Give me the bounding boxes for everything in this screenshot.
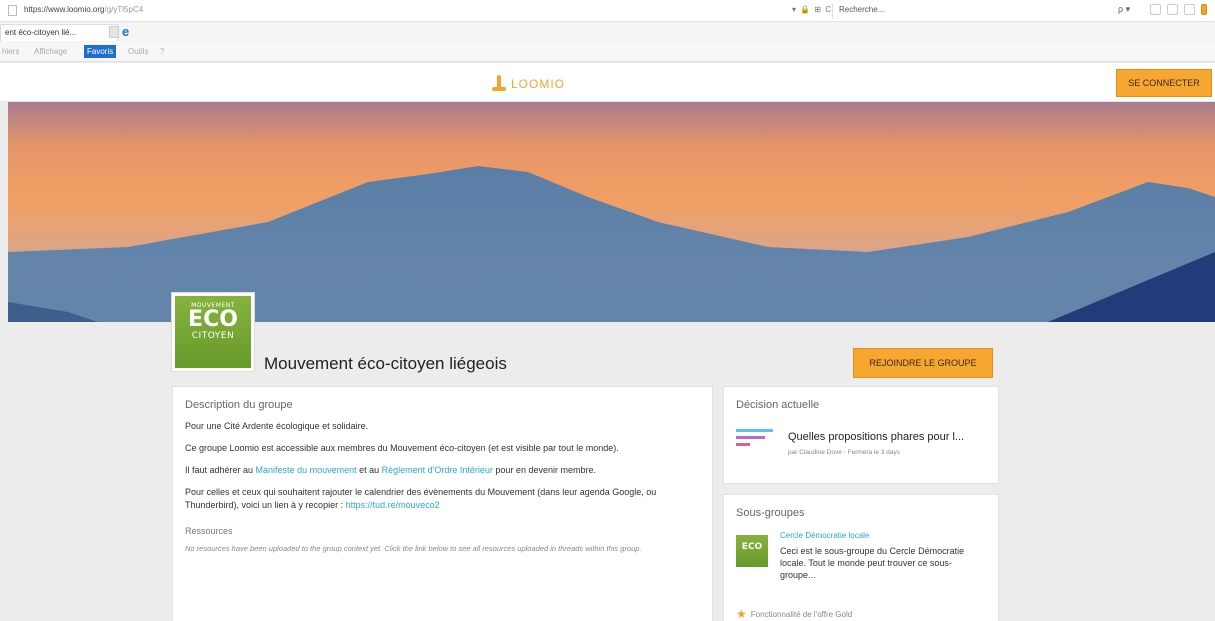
group-cover-image xyxy=(8,102,1215,322)
group-avatar: MOUVEMENT ECO CITOYEN xyxy=(171,292,255,372)
decision-item[interactable]: Quelles propositions phares pour l... pa… xyxy=(736,425,986,465)
favorites-icon[interactable] xyxy=(1167,4,1178,15)
description-paragraph-3: Il faut adhérer au Manifeste du mouvemen… xyxy=(185,464,700,477)
poll-bar xyxy=(736,443,750,446)
sign-in-button[interactable]: SE CONNECTER xyxy=(1116,69,1212,97)
address-tools-icons[interactable]: ▾ 🔒 ⊞ C xyxy=(792,5,832,14)
menu-fichiers[interactable]: hiers xyxy=(2,47,19,56)
screen: https://www.loomio.org/g/yTl5pC4 ▾ 🔒 ⊞ C… xyxy=(0,0,1215,621)
subgroup-avatar: ECO xyxy=(736,535,768,567)
menu-favoris[interactable]: Favoris xyxy=(84,45,117,58)
url-path: /g/yTl5pC4 xyxy=(104,5,144,14)
settings-icon[interactable] xyxy=(1184,4,1195,15)
description-paragraph-4: Pour celles et ceux qui souhaitent rajou… xyxy=(185,486,700,512)
resources-title: Ressources xyxy=(185,526,233,536)
search-icon[interactable]: ρ ▾ xyxy=(1118,4,1130,15)
p3-post: pour en devenir membre. xyxy=(492,465,596,475)
decision-title: Décision actuelle xyxy=(736,399,820,411)
poll-bar xyxy=(736,436,765,439)
home-icon[interactable] xyxy=(1150,4,1161,15)
gold-feature-text: Fonctionnalité de l'offre Gold xyxy=(750,609,853,619)
subgroups-title: Sous-groupes xyxy=(736,507,805,519)
browser-menu-bar: hiers Affichage Favoris Outils ? xyxy=(0,42,1215,62)
url-field[interactable]: https://www.loomio.org/g/yTl5pC4 xyxy=(24,5,143,14)
browser-address-bar: https://www.loomio.org/g/yTl5pC4 ▾ 🔒 ⊞ C… xyxy=(0,0,1215,22)
menu-affichage[interactable]: Affichage xyxy=(34,47,67,56)
calendar-link[interactable]: https://tud.re/mouveco2 xyxy=(346,500,440,510)
loomio-logo-icon xyxy=(492,75,506,93)
group-logo-image: MOUVEMENT ECO CITOYEN xyxy=(175,296,251,368)
group-description-card: Description du groupe Pour une Cité Arde… xyxy=(172,386,713,621)
decision-meta: par Claudine Dove · Fermera le 3 days xyxy=(788,449,900,456)
tab-label: ent éco-citoyen lié... xyxy=(5,28,77,37)
poll-bar xyxy=(736,429,773,432)
menu-outils[interactable]: Outils xyxy=(128,47,148,56)
decision-name[interactable]: Quelles propositions phares pour l... xyxy=(788,431,964,443)
gold-feature-note: ★ Fonctionnalité de l'offre Gold xyxy=(736,607,852,621)
browser-tab[interactable]: ent éco-citoyen lié... × xyxy=(0,24,118,41)
rules-link[interactable]: Règlement d'Ordre Intérieur xyxy=(382,465,493,475)
group-title: Mouvement éco-citoyen liégeois xyxy=(264,354,507,373)
page-icon xyxy=(8,5,17,16)
ie-logo-icon: e xyxy=(122,24,130,39)
current-decision-card: Décision actuelle Quelles propositions p… xyxy=(723,386,999,484)
p3-mid: et au xyxy=(356,465,382,475)
subgroup-name[interactable]: Cercle Démocratie locale xyxy=(780,531,869,540)
description-paragraph-1: Pour une Cité Ardente écologique et soli… xyxy=(185,421,369,431)
description-paragraph-2: Ce groupe Loomio est accessible aux memb… xyxy=(185,443,619,453)
browser-search-input[interactable]: Recherche... xyxy=(832,3,1102,19)
description-title: Description du groupe xyxy=(185,399,293,411)
star-icon: ★ xyxy=(736,607,747,621)
avatar-text-3: CITOYEN xyxy=(191,331,235,341)
url-host: https://www.loomio.org xyxy=(24,5,105,14)
p3-pre: Il faut adhérer au xyxy=(185,465,256,475)
app-header: LOOMIO SE CONNECTER xyxy=(0,63,1215,102)
new-tab-button[interactable] xyxy=(109,26,119,38)
join-group-button[interactable]: REJOINDRE LE GROUPE xyxy=(853,348,993,378)
subgroups-card: Sous-groupes ECO Cercle Démocratie local… xyxy=(723,494,999,621)
mountain-landscape xyxy=(8,102,1215,322)
browser-tab-bar: ent éco-citoyen lié... × e xyxy=(0,22,1215,42)
poll-results-bars xyxy=(736,429,776,450)
loomio-logo[interactable]: LOOMIO xyxy=(492,75,565,93)
logo-text: LOOMIO xyxy=(511,77,566,91)
manifesto-link[interactable]: Manifeste du mouvement xyxy=(256,465,357,475)
subgroup-description: Ceci est le sous-groupe du Cercle Démocr… xyxy=(780,546,965,580)
avatar-text-2: ECO xyxy=(188,307,238,332)
resources-text: No resources have been uploaded to the g… xyxy=(185,544,642,553)
menu-help[interactable]: ? xyxy=(160,47,164,56)
feedback-icon[interactable] xyxy=(1201,4,1207,15)
window-buttons xyxy=(1150,4,1207,15)
